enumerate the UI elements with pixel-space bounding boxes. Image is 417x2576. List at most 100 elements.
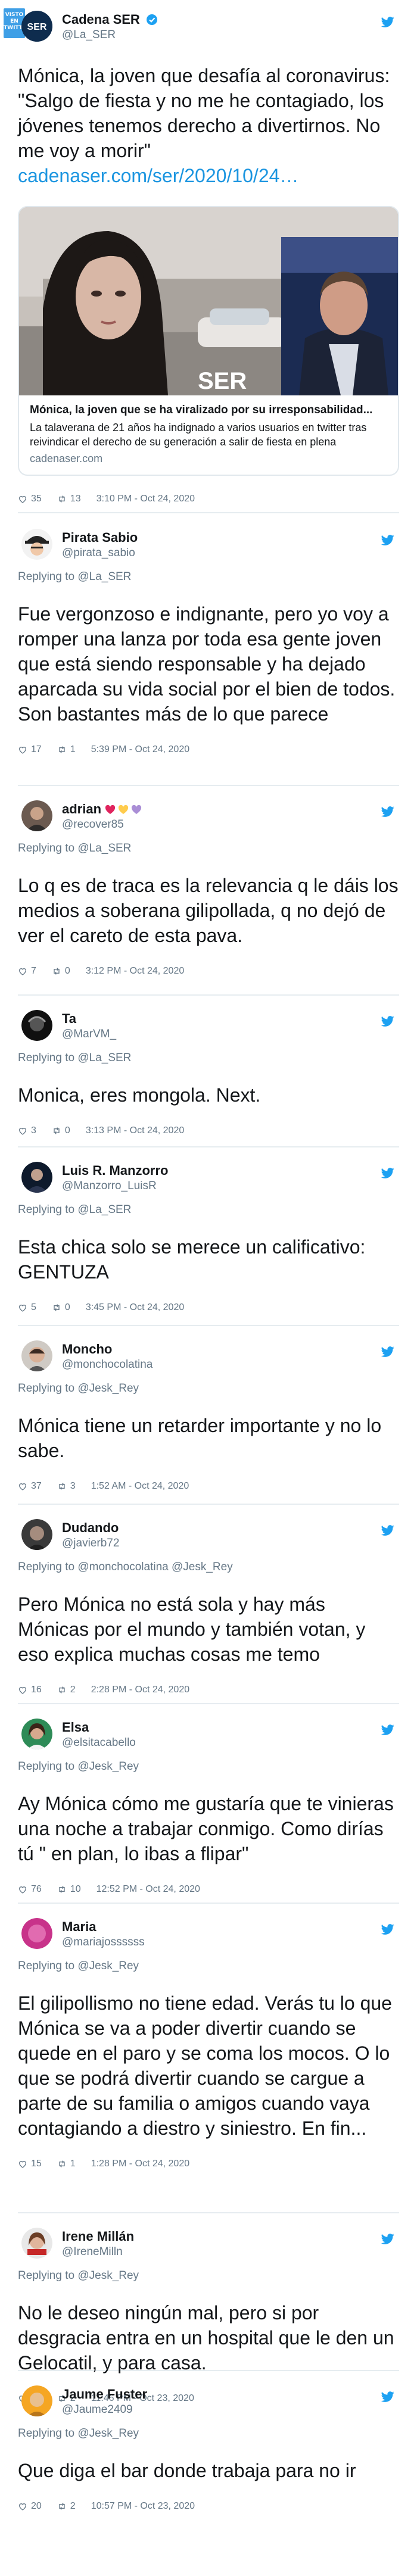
tweet-reply[interactable]: Pirata Sabio @pirata_sabio Replying to @La… <box>0 525 417 755</box>
twitter-bird-icon[interactable] <box>381 1923 394 1936</box>
twitter-bird-icon[interactable] <box>381 15 394 29</box>
heart-icon[interactable] <box>18 1303 27 1312</box>
replying-to[interactable]: Replying to @Jesk_Rey <box>18 2269 399 2282</box>
display-name[interactable]: Moncho <box>62 1342 112 1357</box>
twitter-bird-icon[interactable] <box>381 1723 394 1736</box>
display-name-text[interactable]: Luis R. Manzorro <box>62 1163 168 1178</box>
tweet-time[interactable]: 1:52 AM - Oct 24, 2020 <box>91 1481 189 1492</box>
tweet-reply[interactable]: Jaume Fuster @Jaume2409 Replying to @Jesk_… <box>0 2382 417 2512</box>
tweet-time[interactable]: 2:28 PM - Oct 24, 2020 <box>91 1685 189 1695</box>
replying-to[interactable]: Replying to @La_SER <box>18 842 399 855</box>
display-name-text[interactable]: Elsa <box>62 1720 89 1735</box>
tweet-reply[interactable]: Moncho @monchocolatina Replying to @Jesk_R… <box>0 1337 417 1492</box>
retweet-icon[interactable] <box>57 2502 67 2511</box>
twitter-bird-icon[interactable] <box>381 1524 394 1537</box>
handle[interactable]: @Manzorro_LuisR <box>62 1180 157 1193</box>
twitter-bird-icon[interactable] <box>381 2232 394 2246</box>
tweet-time[interactable]: 3:13 PM - Oct 24, 2020 <box>86 1125 184 1136</box>
retweet-icon[interactable] <box>52 1126 61 1136</box>
tweet-reply[interactable]: Ta @MarVM_ Replying to @La_SER Monica, eres… <box>0 1006 417 1136</box>
avatar[interactable] <box>21 1719 52 1749</box>
retweet-icon[interactable] <box>57 1482 67 1491</box>
avatar[interactable]: SER <box>21 11 52 42</box>
avatar[interactable] <box>21 1519 52 1550</box>
avatar[interactable] <box>21 1340 52 1371</box>
avatar[interactable] <box>21 1918 52 1949</box>
tweet-main[interactable]: SER Cadena SER @La_SER Mónica, la joven … <box>0 7 417 504</box>
tweet-time[interactable]: 5:39 PM - Oct 24, 2020 <box>91 744 189 755</box>
heart-icon[interactable] <box>18 2502 27 2511</box>
handle[interactable]: @Jaume2409 <box>62 2403 133 2416</box>
retweet-icon[interactable] <box>57 2159 67 2169</box>
tweet-time[interactable]: 3:45 PM - Oct 24, 2020 <box>86 1302 184 1313</box>
avatar[interactable] <box>21 2228 52 2259</box>
avatar[interactable] <box>21 1010 52 1041</box>
display-name-text[interactable]: Pirata Sabio <box>62 530 138 545</box>
twitter-bird-icon[interactable] <box>381 1345 394 1358</box>
tweet-reply[interactable]: Dudando @javierb72 Replying to @monchocola… <box>0 1515 417 1695</box>
tweet-reply[interactable]: adrian @recover85 Replying to @La_SER Lo q … <box>0 797 417 977</box>
handle[interactable]: @MarVM_ <box>62 1028 116 1041</box>
heart-icon[interactable] <box>18 966 27 976</box>
heart-icon[interactable] <box>18 2159 27 2169</box>
display-name-text[interactable]: Cadena SER <box>62 12 140 27</box>
avatar[interactable] <box>21 1162 52 1193</box>
replying-to[interactable]: Replying to @Jesk_Rey <box>18 2427 399 2440</box>
tweet-time[interactable]: 1:28 PM - Oct 24, 2020 <box>91 2159 189 2169</box>
tweet-time[interactable]: 3:12 PM - Oct 24, 2020 <box>86 966 184 977</box>
heart-icon[interactable] <box>18 1885 27 1894</box>
display-name[interactable]: Dudando <box>62 1520 119 1536</box>
tweet-reply[interactable]: Maria @mariajossssss Replying to @Jesk_Rey… <box>0 1914 417 2169</box>
twitter-bird-icon[interactable] <box>381 1167 394 1180</box>
display-name[interactable]: adrian <box>62 802 142 818</box>
replying-to[interactable]: Replying to @Jesk_Rey <box>18 1760 399 1773</box>
display-name-text[interactable]: Maria <box>62 1919 96 1934</box>
avatar[interactable] <box>21 529 52 560</box>
replying-to[interactable]: Replying to @La_SER <box>18 1052 399 1065</box>
display-name-text[interactable]: adrian <box>62 802 101 816</box>
tweet-time[interactable]: 10:57 PM - Oct 23, 2020 <box>91 2501 195 2512</box>
heart-icon[interactable] <box>18 494 27 504</box>
handle[interactable]: @mariajossssss <box>62 1936 145 1949</box>
heart-icon[interactable] <box>18 1685 27 1695</box>
twitter-bird-icon[interactable] <box>381 805 394 818</box>
display-name[interactable]: Luis R. Manzorro <box>62 1163 168 1178</box>
avatar[interactable] <box>21 800 52 831</box>
tweet-reply[interactable]: Elsa @elsitacabello Replying to @Jesk_Rey A… <box>0 1715 417 1895</box>
tweet-reply[interactable]: Irene Millán @IreneMilln Replying to @Jesk… <box>0 2224 417 2404</box>
retweet-icon[interactable] <box>52 966 61 976</box>
retweet-icon[interactable] <box>57 745 67 754</box>
tweet-link[interactable]: cadenaser.com/ser/2020/10/24… <box>18 165 298 186</box>
replying-to[interactable]: Replying to @La_SER <box>18 1203 399 1217</box>
twitter-bird-icon[interactable] <box>381 534 394 547</box>
handle[interactable]: @La_SER <box>62 29 116 42</box>
display-name[interactable]: Pirata Sabio <box>62 530 138 545</box>
handle[interactable]: @elsitacabello <box>62 1736 136 1749</box>
display-name-text[interactable]: Jaume Fuster <box>62 2387 147 2402</box>
replying-to[interactable]: Replying to @Jesk_Rey <box>18 1960 399 1973</box>
display-name-text[interactable]: Irene Millán <box>62 2229 134 2244</box>
display-name[interactable]: Cadena SER <box>62 12 158 29</box>
display-name-text[interactable]: Ta <box>62 1011 76 1026</box>
display-name-text[interactable]: Dudando <box>62 1520 119 1535</box>
display-name[interactable]: Elsa <box>62 1720 89 1735</box>
retweet-icon[interactable] <box>57 1685 67 1695</box>
replying-to[interactable]: Replying to @monchocolatina @Jesk_Rey <box>18 1561 399 1574</box>
twitter-bird-icon[interactable] <box>381 1015 394 1028</box>
heart-icon[interactable] <box>18 1482 27 1491</box>
handle[interactable]: @javierb72 <box>62 1537 119 1550</box>
handle[interactable]: @IreneMilln <box>62 2246 123 2259</box>
retweet-icon[interactable] <box>52 1303 61 1312</box>
retweet-icon[interactable] <box>57 1885 67 1894</box>
card-title[interactable]: Mónica, la joven que se ha viralizado po… <box>30 404 387 417</box>
retweet-icon[interactable] <box>57 494 67 504</box>
tweet-time[interactable]: 3:10 PM - Oct 24, 2020 <box>97 494 195 504</box>
twitter-bird-icon[interactable] <box>381 2390 394 2403</box>
display-name[interactable]: Maria <box>62 1919 96 1935</box>
handle[interactable]: @recover85 <box>62 818 124 831</box>
handle[interactable]: @monchocolatina <box>62 1358 153 1371</box>
display-name[interactable]: Ta <box>62 1011 76 1027</box>
tweet-time[interactable]: 12:52 PM - Oct 24, 2020 <box>97 1884 200 1895</box>
display-name[interactable]: Jaume Fuster <box>62 2387 147 2402</box>
replying-to[interactable]: Replying to @La_SER <box>18 570 399 584</box>
